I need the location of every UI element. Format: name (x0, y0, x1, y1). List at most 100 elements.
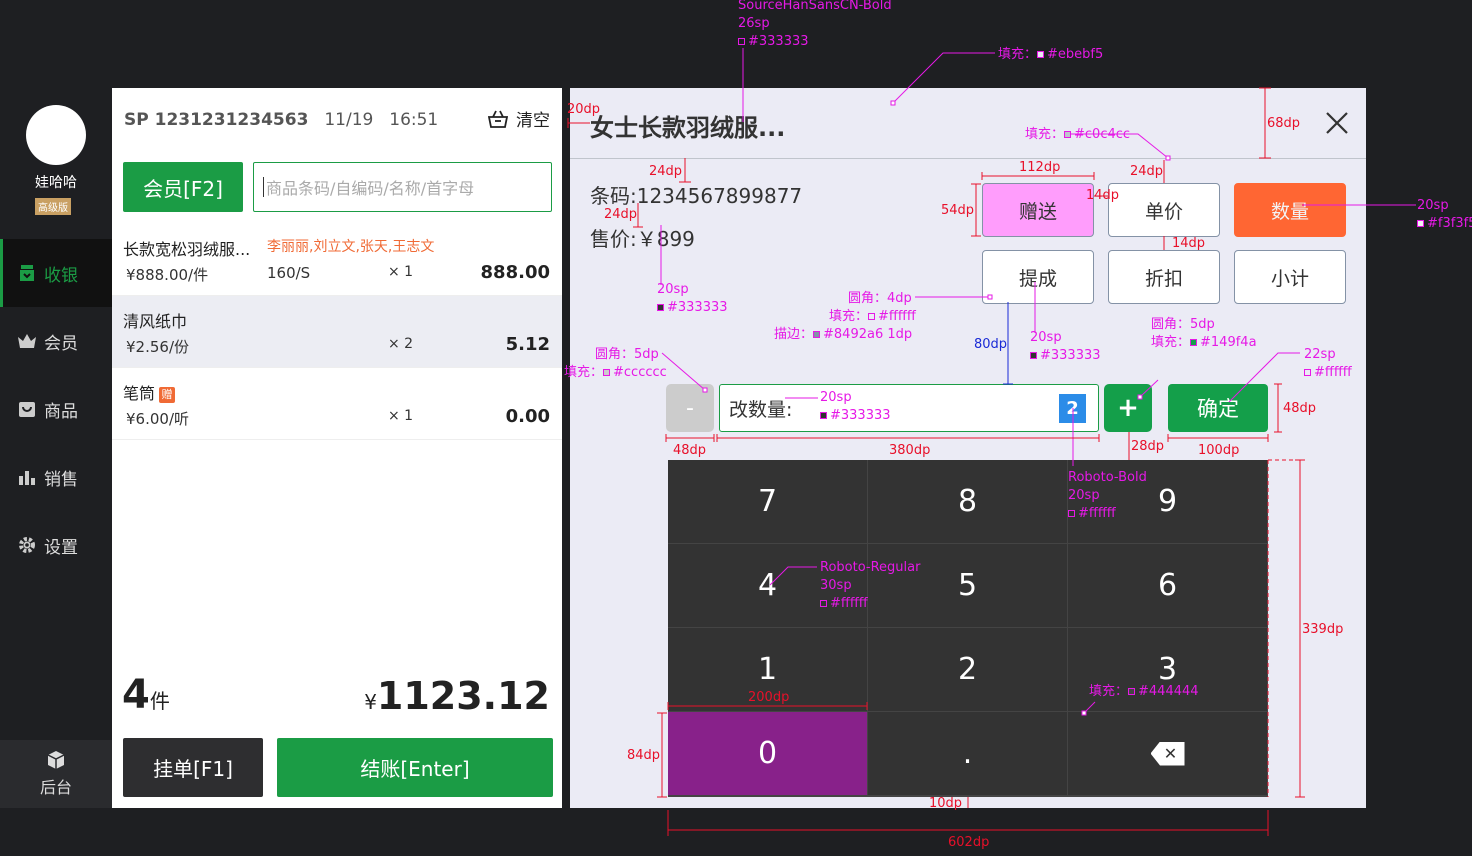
sidebar-item-products[interactable]: 商品 (0, 375, 112, 443)
key-2[interactable]: 2 (868, 628, 1068, 712)
key-0[interactable]: 0 (668, 712, 868, 796)
gift-option-button[interactable]: 赠送 (982, 183, 1094, 237)
annotation-value: #ffffff (1078, 506, 1116, 521)
color-swatch (1417, 220, 1424, 227)
sidebar-item-members[interactable]: 会员 (0, 307, 112, 375)
annotation: 描边： #8492a6 1dp (774, 326, 912, 344)
bar-chart-icon (16, 467, 38, 487)
member-button[interactable]: 会员[F2] (123, 162, 243, 212)
sidebar-item-settings[interactable]: 设置 (0, 511, 112, 579)
sidebar: 娃哈哈 高级版 收银 会员 商品 销售 设置 后台 (0, 88, 112, 808)
screen: 娃哈哈 高级版 收银 会员 商品 销售 设置 后台 SP 12312312345… (0, 0, 1472, 856)
color-swatch (1304, 369, 1311, 376)
annotation-value: #149f4a (1200, 335, 1257, 350)
table-row[interactable]: 长款宽松羽绒服... 李丽丽,刘立文,张天,王志文 ¥888.00/件 160/… (112, 224, 562, 296)
color-swatch (1030, 352, 1037, 359)
quantity-input[interactable]: 改数量: 2 (719, 384, 1099, 432)
key-dot[interactable]: . (868, 712, 1068, 796)
quantity-label: 改数量: (729, 398, 793, 421)
checkout-button[interactable]: 结账[Enter] (277, 738, 553, 797)
unit-price-option-button[interactable]: 单价 (1108, 183, 1220, 237)
annotation: 602dp (948, 835, 990, 850)
divider (570, 158, 1366, 159)
annotation: 84dp (627, 748, 661, 763)
key-backspace[interactable]: ✕ (1068, 712, 1268, 796)
annotation: 112dp (1019, 160, 1061, 175)
confirm-button[interactable]: 确定 (1168, 384, 1268, 432)
sidebar-item-cashier[interactable]: 收银 (0, 239, 112, 307)
table-row[interactable]: 清风纸巾 ¥2.56/份 × 2 5.12 (112, 296, 562, 368)
search-input[interactable]: 商品条码/自编码/名称/首字母 (253, 162, 552, 212)
clear-button[interactable]: 清空 (488, 106, 550, 131)
annotation-label: 填充： (564, 365, 604, 380)
table-row[interactable]: 笔筒赠 ¥6.00/听 × 1 0.00 (112, 368, 562, 440)
key-8[interactable]: 8 (868, 460, 1068, 544)
annotation: 圆角：5dp (1151, 317, 1215, 332)
annotation: #333333 (657, 299, 728, 317)
sidebar-item-label: 商品 (44, 401, 78, 422)
annotation: Roboto-Bold (1068, 470, 1147, 485)
quantity-option-button[interactable]: 数量 (1234, 183, 1346, 237)
annotation: #333333 (820, 407, 891, 425)
decrement-button[interactable]: - (666, 384, 714, 432)
order-date: 11/19 (324, 110, 374, 130)
annotation: 20sp (1068, 488, 1100, 503)
annotation: 54dp (941, 203, 975, 218)
annotation: #333333 (1030, 347, 1101, 365)
item-spec: 160/S (267, 264, 311, 282)
annotation: 26sp (738, 16, 770, 31)
item-price: 售价:￥899 (590, 227, 695, 251)
item-price: ¥2.56/份 (126, 338, 189, 356)
crown-icon (16, 331, 38, 351)
key-6[interactable]: 6 (1068, 544, 1268, 628)
total-count: 4件 (122, 672, 170, 718)
order-number: SP 1231231234563 (124, 110, 309, 130)
annotation: 填充： #cccccc (564, 364, 667, 382)
annotation-label: 填充： (1089, 684, 1129, 699)
annotation-value: #cccccc (613, 365, 667, 380)
increment-button[interactable]: + (1104, 384, 1152, 432)
annotation: #ffffff (820, 595, 868, 613)
total-amount-value: 1123.12 (376, 674, 550, 718)
sidebar-item-sales[interactable]: 销售 (0, 443, 112, 511)
avatar[interactable] (26, 105, 86, 165)
annotation: 14dp (1086, 188, 1120, 203)
backstage-label: 后台 (39, 778, 72, 797)
item-name: 笔筒赠 (123, 380, 176, 404)
annotation: 339dp (1302, 622, 1344, 637)
gift-badge: 赠 (159, 387, 176, 403)
annotation-label: 填充： (1151, 335, 1191, 350)
sidebar-item-label: 销售 (44, 469, 78, 490)
search-placeholder: 商品条码/自编码/名称/首字母 (266, 179, 475, 198)
key-5[interactable]: 5 (868, 544, 1068, 628)
annotation: 24dp (649, 164, 683, 179)
backspace-icon: ✕ (1150, 741, 1185, 766)
annotation: 48dp (673, 443, 707, 458)
item-name: 清风纸巾 (123, 312, 188, 331)
annotation-value: #333333 (830, 408, 891, 423)
annotation: 14dp (1172, 236, 1206, 251)
key-7[interactable]: 7 (668, 460, 868, 544)
annotation: SourceHanSansCN-Bold (738, 0, 892, 13)
commission-option-button[interactable]: 提成 (982, 250, 1094, 304)
annotation-value: #333333 (1040, 348, 1101, 363)
annotation: 20sp (1030, 330, 1062, 345)
sidebar-item-backstage[interactable]: 后台 (0, 740, 112, 808)
clear-label: 清空 (516, 111, 550, 131)
item-name: 长款宽松羽绒服... (123, 240, 251, 259)
annotation-value: #ffffff (1314, 365, 1352, 380)
annotation-label: 填充： (1025, 127, 1065, 142)
color-swatch (1064, 131, 1072, 138)
hold-order-button[interactable]: 挂单[F1] (123, 738, 263, 797)
color-swatch (1128, 688, 1136, 695)
subtotal-option-button[interactable]: 小计 (1234, 250, 1346, 304)
total-amount: ¥1123.12 (364, 674, 550, 718)
close-icon[interactable] (1324, 110, 1350, 136)
color-swatch (868, 313, 876, 320)
annotation: 20sp (820, 390, 852, 405)
annotation: 24dp (1130, 164, 1164, 179)
discount-option-button[interactable]: 折扣 (1108, 250, 1220, 304)
total-count-value: 4 (122, 672, 150, 718)
item-qty: × 2 (388, 336, 414, 352)
annotation: Roboto-Regular (820, 560, 921, 575)
